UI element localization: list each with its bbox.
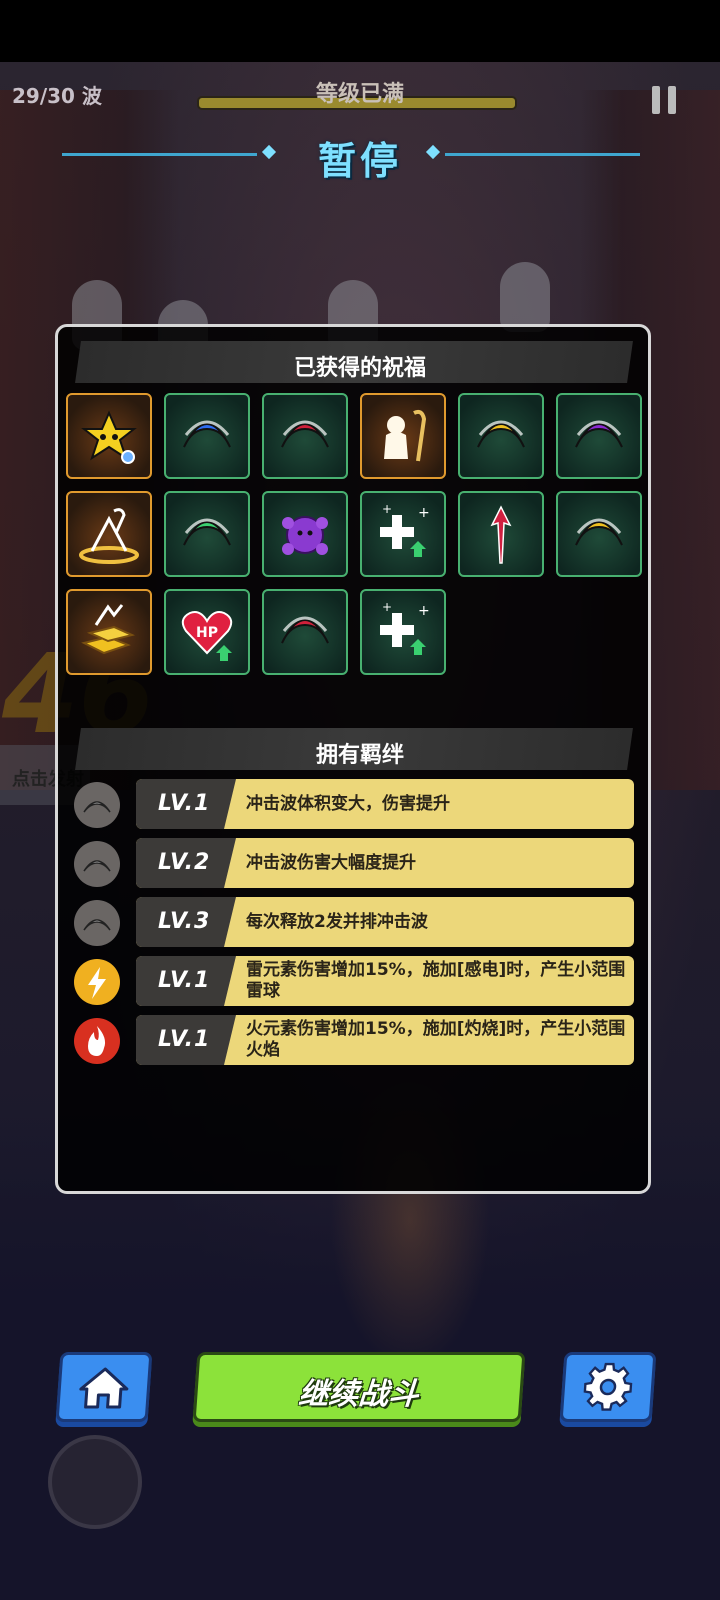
blessing-tile[interactable] [262,393,348,479]
svg-text:HP: HP [196,625,218,641]
status-bar [0,0,720,62]
blessing-tile[interactable] [458,393,544,479]
blessing-tile[interactable] [164,491,250,577]
shockwave-icon [74,900,120,946]
svg-text:+: + [418,505,430,521]
bond-level: LV.3 [158,909,211,934]
blessing-tile[interactable] [360,393,446,479]
shockwave-icon [74,782,120,828]
svg-text:+: + [382,600,392,614]
blessing-tile[interactable]: + + [360,589,446,675]
continue-battle-button[interactable]: 继续战斗 [192,1352,526,1422]
bond-bar: LV.1 雷元素伤害增加15%，施加[感电]时，产生小范围雷球 [136,956,634,1006]
blessing-tile[interactable] [66,393,152,479]
bond-row: LV.2 冲击波伤害大幅度提升 [72,838,634,888]
blessing-tile[interactable] [66,589,152,675]
home-icon [79,1367,129,1409]
fire-icon [74,1018,120,1064]
pause-icon[interactable] [652,86,678,114]
bond-bar: LV.3 每次释放2发并排冲击波 [136,897,634,947]
settings-button[interactable] [559,1352,657,1422]
bond-bar: LV.1 火元素伤害增加15%，施加[灼烧]时，产生小范围火焰 [136,1015,634,1065]
continue-battle-label: 继续战斗 [297,1377,420,1412]
level-status: 等级已满 [315,82,404,107]
background-hero-portrait [48,1435,142,1529]
home-button[interactable] [55,1352,153,1422]
bond-level-badge: LV.1 [136,779,236,829]
svg-text:+: + [418,603,430,619]
bonds-title: 拥有羁绊 [315,743,404,768]
page-title: 暂停 [317,139,402,183]
blessing-tile[interactable] [262,491,348,577]
bond-row: LV.1 火元素伤害增加15%，施加[灼烧]时，产生小范围火焰 [72,1015,634,1065]
bond-row: LV.1 雷元素伤害增加15%，施加[感电]时，产生小范围雷球 [72,956,634,1006]
bond-level-badge: LV.1 [136,1015,236,1065]
bond-level-badge: LV.2 [136,838,236,888]
blessing-tile[interactable]: HP [164,589,250,675]
bond-bar: LV.1 冲击波体积变大，伤害提升 [136,779,634,829]
bond-description: 雷元素伤害增加15%，施加[感电]时，产生小范围雷球 [246,960,626,1001]
bond-row: LV.1 冲击波体积变大，伤害提升 [72,779,634,829]
blessing-tile[interactable] [556,393,642,479]
blessing-tile[interactable] [556,491,642,577]
gear-icon [583,1362,633,1411]
bond-level: LV.1 [158,791,211,816]
bond-bar: LV.2 冲击波伤害大幅度提升 [136,838,634,888]
shockwave-icon [74,841,120,887]
background-enemy [500,262,550,332]
bond-description: 每次释放2发并排冲击波 [246,911,428,932]
bond-level-badge: LV.3 [136,897,236,947]
lightning-icon [74,959,120,1005]
title-decor-line-right [445,153,640,156]
bond-description: 冲击波体积变大，伤害提升 [246,793,450,814]
bond-description: 冲击波伤害大幅度提升 [246,852,416,873]
bond-level: LV.2 [158,850,211,875]
blessing-tile[interactable] [262,589,348,675]
blessing-tile[interactable] [458,491,544,577]
bond-level: LV.1 [158,1027,211,1052]
bond-level-badge: LV.1 [136,956,236,1006]
bond-description: 火元素伤害增加15%，施加[灼烧]时，产生小范围火焰 [246,1019,626,1060]
blessing-tile[interactable] [66,491,152,577]
blessings-title: 已获得的祝福 [293,356,426,381]
blessing-tile[interactable] [164,393,250,479]
bond-level: LV.1 [158,968,211,993]
bond-row: LV.3 每次释放2发并排冲击波 [72,897,634,947]
svg-text:+: + [382,502,392,516]
blessing-tile[interactable]: + + [360,491,446,577]
